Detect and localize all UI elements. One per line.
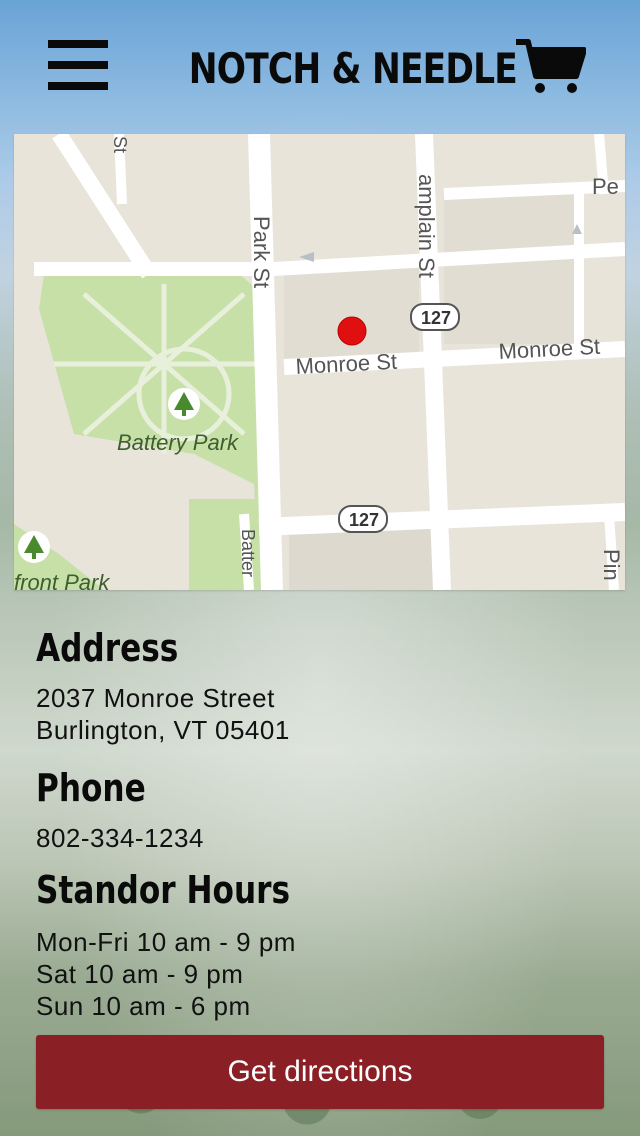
- hamburger-menu-icon[interactable]: [48, 40, 108, 90]
- hours-line: Mon-Fri 10 am - 9 pm: [36, 927, 296, 957]
- map-label-monroe-st-1: Monroe St: [295, 349, 398, 379]
- phone-number[interactable]: 802-334-1234: [36, 822, 204, 854]
- route-127-shield-a: 127: [421, 308, 451, 328]
- map-label-battery-park: Battery Park: [117, 430, 239, 455]
- hours-list: Mon-Fri 10 am - 9 pm Sat 10 am - 9 pm Su…: [36, 926, 296, 1022]
- map-label-pe: Pe: [592, 174, 619, 199]
- app-header: NOTCH & NEEDLE: [0, 0, 640, 130]
- hours-line: Sun 10 am - 6 pm: [36, 991, 251, 1021]
- address-block: 2037 Monroe Street Burlington, VT 05401: [36, 682, 290, 746]
- address-line-1: 2037 Monroe Street: [36, 683, 275, 713]
- phone-heading: Phone: [36, 766, 146, 810]
- map-label-monroe-st-2: Monroe St: [498, 334, 601, 364]
- location-marker-icon[interactable]: [337, 316, 367, 346]
- park-tree-icon: [168, 388, 200, 420]
- map-label-champlain-st: amplain St: [414, 174, 439, 278]
- map-label-front-park: front Park: [14, 570, 110, 590]
- hours-heading: Standor Hours: [36, 868, 291, 912]
- address-line-2: Burlington, VT 05401: [36, 715, 290, 745]
- park-tree-icon: [18, 531, 50, 563]
- map-label-pin: Pin: [599, 549, 624, 581]
- shopping-cart-icon[interactable]: [514, 36, 587, 96]
- get-directions-button[interactable]: Get directions: [36, 1035, 604, 1109]
- map-label-park-st: Park St: [249, 216, 274, 288]
- brand-logo: NOTCH & NEEDLE: [188, 44, 518, 93]
- address-heading: Address: [36, 626, 179, 670]
- hours-line: Sat 10 am - 9 pm: [36, 959, 244, 989]
- route-127-shield-b: 127: [349, 510, 379, 530]
- map-label-battery-st: Batter: [238, 529, 258, 577]
- map-label-st-top: St: [110, 136, 130, 153]
- location-map[interactable]: Park St amplain St Monroe St Monroe St B…: [14, 134, 625, 590]
